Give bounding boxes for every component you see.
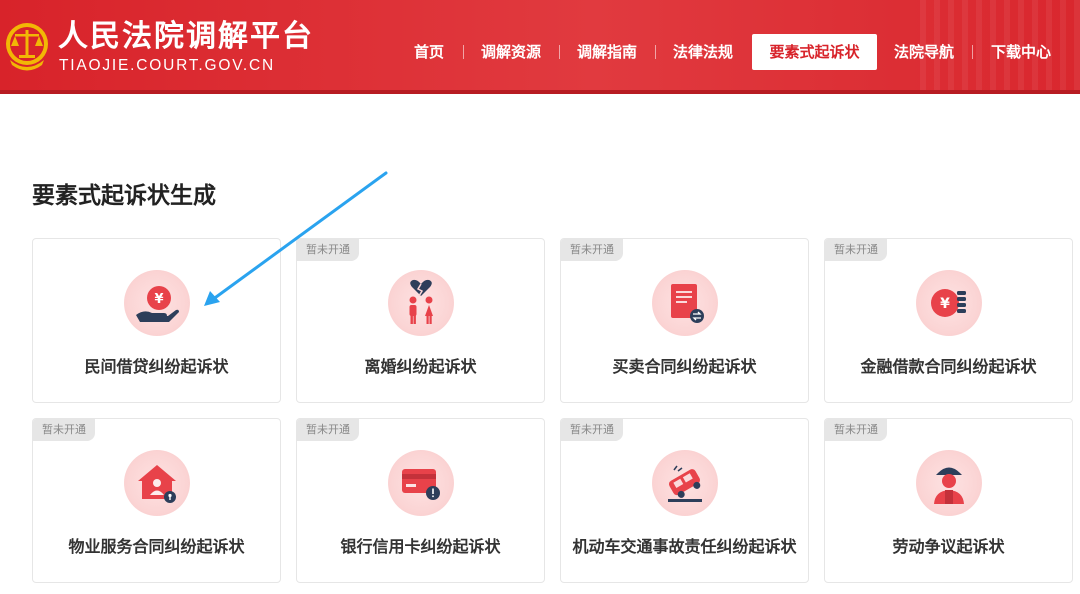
svg-text:¥: ¥ bbox=[940, 296, 950, 312]
worker-icon bbox=[916, 450, 982, 516]
card-property-service[interactable]: 暂未开通 物业服务合同纠纷起诉状 bbox=[32, 418, 281, 583]
site-title[interactable]: 人民法院调解平台 bbox=[58, 20, 314, 54]
status-badge: 暂未开通 bbox=[33, 419, 95, 441]
court-emblem-icon[interactable] bbox=[4, 18, 50, 74]
status-badge: 暂未开通 bbox=[297, 239, 359, 261]
nav-item-home[interactable]: 首页 bbox=[406, 34, 452, 70]
house-person-icon bbox=[124, 450, 190, 516]
car-accident-icon bbox=[652, 450, 718, 516]
card-label: 买卖合同纠纷起诉状 bbox=[612, 357, 757, 376]
nav-separator bbox=[972, 45, 973, 59]
card-label: 物业服务合同纠纷起诉状 bbox=[68, 537, 245, 556]
broken-heart-couple-icon bbox=[388, 270, 454, 336]
contract-exchange-icon bbox=[652, 270, 718, 336]
nav-item-downloads[interactable]: 下载中心 bbox=[984, 34, 1058, 70]
money-hand-icon: ¥ bbox=[124, 270, 190, 336]
nav-item-laws[interactable]: 法律法规 bbox=[666, 34, 740, 70]
site-subtitle: TIAOJIE.COURT.GOV.CN bbox=[59, 57, 276, 74]
card-divorce[interactable]: 暂未开通 离婚纠纷起诉状 bbox=[296, 238, 545, 403]
card-private-lending[interactable]: ¥ 民间借贷纠纷起诉状 bbox=[32, 238, 281, 403]
credit-card-alert-icon bbox=[388, 450, 454, 516]
nav-item-court-navigation[interactable]: 法院导航 bbox=[887, 34, 961, 70]
card-credit-card[interactable]: 暂未开通 银行信用卡纠纷起诉状 bbox=[296, 418, 545, 583]
page-title: 要素式起诉状生成 bbox=[32, 183, 216, 209]
nav-separator bbox=[559, 45, 560, 59]
header-bottom-strip bbox=[0, 90, 1080, 94]
nav-item-mediation-guide[interactable]: 调解指南 bbox=[570, 34, 644, 70]
card-traffic-accident[interactable]: 暂未开通 机动车交通事故责任纠纷起诉状 bbox=[560, 418, 809, 583]
status-badge: 暂未开通 bbox=[297, 419, 359, 441]
status-badge: 暂未开通 bbox=[825, 419, 887, 441]
status-badge: 暂未开通 bbox=[561, 419, 623, 441]
nav-separator bbox=[463, 45, 464, 59]
site-header: 人民法院调解平台 TIAOJIE.COURT.GOV.CN 首页 调解资源 调解… bbox=[0, 0, 1080, 94]
nav-separator bbox=[655, 45, 656, 59]
status-badge: 暂未开通 bbox=[561, 239, 623, 261]
card-labor-dispute[interactable]: 暂未开通 劳动争议起诉状 bbox=[824, 418, 1073, 583]
card-label: 劳动争议起诉状 bbox=[892, 537, 1005, 556]
nav-item-complaint-forms[interactable]: 要素式起诉状 bbox=[752, 34, 877, 70]
card-label: 民间借贷纠纷起诉状 bbox=[84, 357, 229, 376]
card-financial-loan[interactable]: 暂未开通 ¥ 金融借款合同纠纷起诉状 bbox=[824, 238, 1073, 403]
card-sales-contract[interactable]: 暂未开通 买卖合同纠纷起诉状 bbox=[560, 238, 809, 403]
card-label: 离婚纠纷起诉状 bbox=[364, 357, 477, 376]
nav-item-mediation-resources[interactable]: 调解资源 bbox=[474, 34, 548, 70]
card-label: 银行信用卡纠纷起诉状 bbox=[340, 537, 501, 556]
status-badge: 暂未开通 bbox=[825, 239, 887, 261]
coin-stack-icon: ¥ bbox=[916, 270, 982, 336]
card-label: 金融借款合同纠纷起诉状 bbox=[860, 357, 1037, 376]
svg-text:¥: ¥ bbox=[154, 292, 163, 307]
card-label: 机动车交通事故责任纠纷起诉状 bbox=[572, 537, 797, 556]
